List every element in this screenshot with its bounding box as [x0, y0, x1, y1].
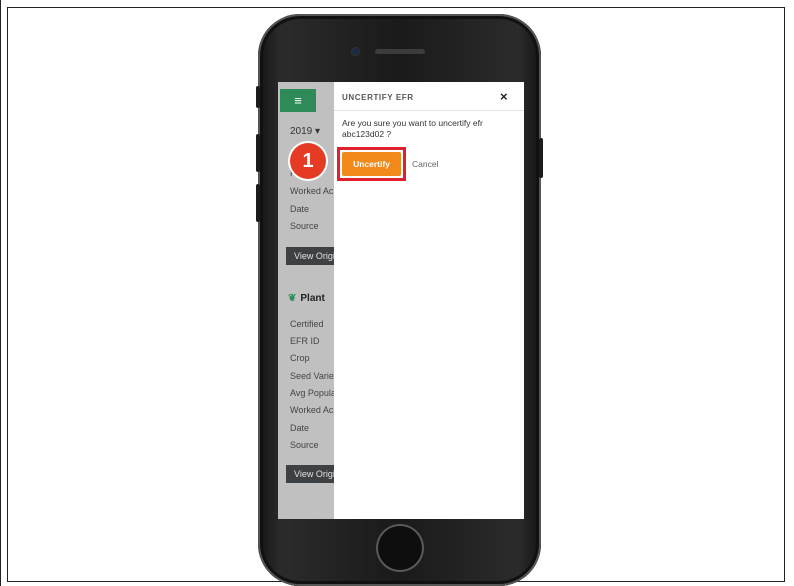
view-original-button[interactable]: View Origi	[286, 247, 334, 265]
step-number-badge: 1	[290, 143, 326, 179]
field-label: Date	[290, 204, 310, 214]
field-label: EFR ID	[290, 336, 320, 346]
field-label: Source	[290, 221, 319, 231]
dialog-message: Are you sure you want to uncertify efr a…	[342, 118, 517, 140]
menu-button[interactable]: ≡	[280, 89, 316, 112]
message-line: Are you sure you want to uncertify efr	[342, 118, 483, 128]
field-label: Seed Variet	[290, 371, 337, 381]
year-select[interactable]: 2019 ▾	[290, 126, 320, 137]
plant-section-title: ❦ Plant	[288, 293, 325, 304]
field-label: Worked Acr	[290, 186, 337, 196]
front-camera	[352, 48, 359, 55]
field-label: Worked Acr	[290, 405, 337, 415]
field-label: Date	[290, 423, 310, 433]
volume-up-button	[256, 134, 260, 172]
field-label: Source	[290, 440, 319, 450]
dialog-title: UNCERTIFY EFR	[342, 93, 414, 102]
plant-title-text: Plant	[300, 293, 325, 304]
cancel-button[interactable]: Cancel	[412, 159, 438, 169]
dropdown-icon: ▾	[315, 126, 321, 137]
field-label: Avg Popula	[290, 388, 336, 398]
close-icon[interactable]: ×	[500, 89, 508, 104]
leaf-icon: ❦	[288, 293, 297, 304]
home-button[interactable]	[378, 526, 422, 570]
mute-switch	[256, 86, 260, 108]
view-original-button[interactable]: View Origi	[286, 465, 334, 483]
earpiece-speaker	[375, 49, 425, 54]
volume-down-button	[256, 184, 260, 222]
field-label: Crop	[290, 353, 310, 363]
power-button	[539, 138, 543, 178]
divider	[334, 110, 524, 111]
hamburger-icon: ≡	[294, 93, 302, 108]
field-label: Certified	[290, 319, 324, 329]
uncertify-button[interactable]: Uncertify	[342, 152, 401, 176]
left-rule	[0, 0, 1, 586]
uncertify-dialog: UNCERTIFY EFR × Are you sure you want to…	[334, 82, 524, 519]
message-line: abc123d02 ?	[342, 129, 392, 139]
